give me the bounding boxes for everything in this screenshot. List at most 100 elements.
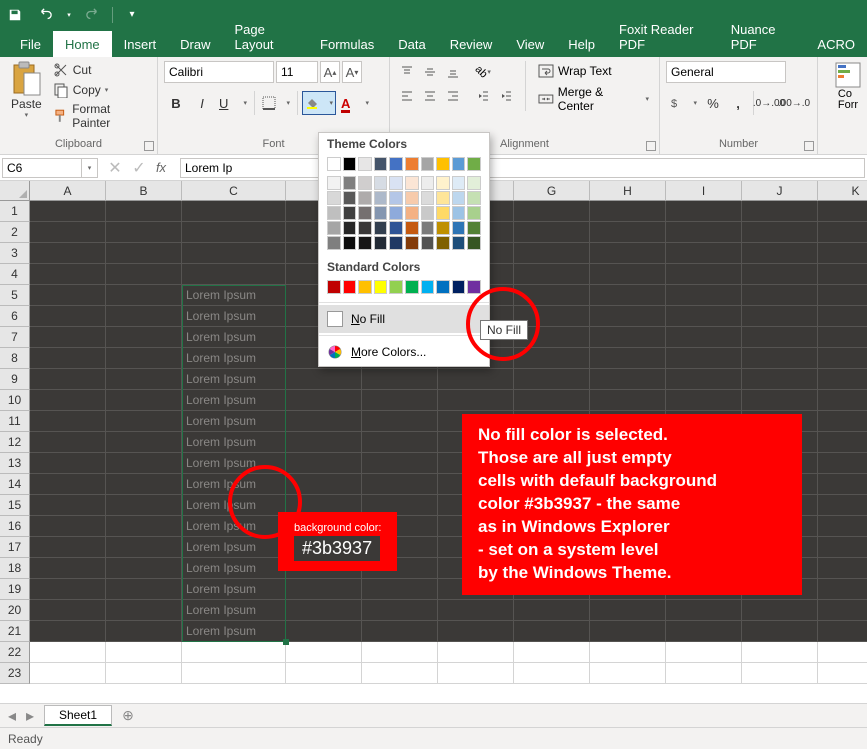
tab-data[interactable]: Data (386, 31, 437, 57)
cell[interactable] (362, 474, 438, 495)
cell[interactable] (30, 432, 106, 453)
cell[interactable] (30, 411, 106, 432)
cell[interactable] (30, 621, 106, 642)
cell[interactable] (818, 663, 867, 684)
cell[interactable] (438, 642, 514, 663)
color-swatch[interactable] (436, 157, 450, 171)
shrink-font-button[interactable]: A▾ (342, 61, 362, 83)
cell[interactable] (106, 306, 182, 327)
color-swatch[interactable] (374, 157, 388, 171)
row-header[interactable]: 3 (0, 243, 30, 264)
color-swatch[interactable] (452, 191, 466, 205)
color-swatch[interactable] (343, 221, 357, 235)
cell[interactable] (30, 243, 106, 264)
cell[interactable] (818, 306, 867, 327)
row-header[interactable]: 19 (0, 579, 30, 600)
cell[interactable] (818, 600, 867, 621)
cell[interactable] (362, 600, 438, 621)
cell[interactable] (106, 369, 182, 390)
color-swatch[interactable] (327, 236, 341, 250)
cell[interactable] (106, 348, 182, 369)
cell[interactable] (286, 474, 362, 495)
cell[interactable] (106, 201, 182, 222)
orientation-button[interactable]: ab▾ (472, 61, 494, 83)
color-swatch[interactable] (389, 176, 403, 190)
color-swatch[interactable] (343, 191, 357, 205)
color-swatch[interactable] (358, 176, 372, 190)
cell[interactable] (286, 453, 362, 474)
color-swatch[interactable] (358, 236, 372, 250)
cell[interactable] (818, 264, 867, 285)
cell[interactable] (106, 243, 182, 264)
color-swatch[interactable] (436, 176, 450, 190)
column-header[interactable]: H (590, 181, 666, 201)
column-header[interactable]: I (666, 181, 742, 201)
color-swatch[interactable] (374, 236, 388, 250)
cell[interactable] (742, 243, 818, 264)
color-swatch[interactable] (327, 157, 341, 171)
cell[interactable] (106, 474, 182, 495)
color-swatch[interactable] (452, 157, 466, 171)
color-swatch[interactable] (389, 157, 403, 171)
cell[interactable] (286, 432, 362, 453)
cut-button[interactable]: Cut (51, 61, 151, 79)
cell[interactable] (818, 453, 867, 474)
cell[interactable]: Lorem Ipsum (182, 327, 286, 348)
row-header[interactable]: 14 (0, 474, 30, 495)
align-bottom-button[interactable] (442, 61, 464, 83)
tab-file[interactable]: File (8, 31, 53, 57)
cell[interactable] (666, 600, 742, 621)
color-swatch[interactable] (327, 221, 341, 235)
color-swatch[interactable] (327, 280, 341, 294)
column-header[interactable]: C (182, 181, 286, 201)
cell[interactable] (30, 537, 106, 558)
color-swatch[interactable] (343, 157, 357, 171)
cell[interactable] (818, 243, 867, 264)
cell[interactable] (666, 243, 742, 264)
column-header[interactable]: K (818, 181, 867, 201)
cell[interactable] (818, 327, 867, 348)
color-swatch[interactable] (436, 191, 450, 205)
cell[interactable]: Lorem Ipsum (182, 474, 286, 495)
cell[interactable] (30, 663, 106, 684)
cell[interactable] (182, 663, 286, 684)
color-swatch[interactable] (374, 191, 388, 205)
cell[interactable] (30, 264, 106, 285)
column-header[interactable]: B (106, 181, 182, 201)
color-swatch[interactable] (421, 236, 435, 250)
cell[interactable] (362, 453, 438, 474)
cell[interactable] (514, 390, 590, 411)
cell[interactable] (514, 621, 590, 642)
cell[interactable] (590, 327, 666, 348)
color-swatch[interactable] (452, 280, 466, 294)
increase-indent-button[interactable] (495, 85, 517, 107)
color-swatch[interactable] (389, 206, 403, 220)
color-swatch[interactable] (389, 191, 403, 205)
cell[interactable] (286, 663, 362, 684)
clipboard-launcher[interactable] (144, 141, 154, 151)
row-header[interactable]: 15 (0, 495, 30, 516)
color-swatch[interactable] (467, 221, 481, 235)
color-swatch[interactable] (421, 157, 435, 171)
color-swatch[interactable] (405, 206, 419, 220)
number-format-select[interactable] (666, 61, 786, 83)
cell[interactable] (742, 663, 818, 684)
column-header[interactable]: G (514, 181, 590, 201)
row-header[interactable]: 2 (0, 222, 30, 243)
cell[interactable] (106, 621, 182, 642)
cell[interactable] (818, 285, 867, 306)
cell[interactable] (666, 201, 742, 222)
cell[interactable] (362, 411, 438, 432)
cell[interactable] (818, 474, 867, 495)
cell[interactable] (742, 642, 818, 663)
row-header[interactable]: 9 (0, 369, 30, 390)
save-icon[interactable] (4, 4, 26, 26)
row-header[interactable]: 16 (0, 516, 30, 537)
row-header[interactable]: 23 (0, 663, 30, 684)
alignment-launcher[interactable] (646, 141, 656, 151)
cell[interactable] (30, 369, 106, 390)
decrease-decimal-button[interactable]: .00→.0 (782, 91, 806, 115)
tab-insert[interactable]: Insert (112, 31, 169, 57)
cell[interactable] (742, 621, 818, 642)
cell[interactable]: Lorem Ipsum (182, 411, 286, 432)
